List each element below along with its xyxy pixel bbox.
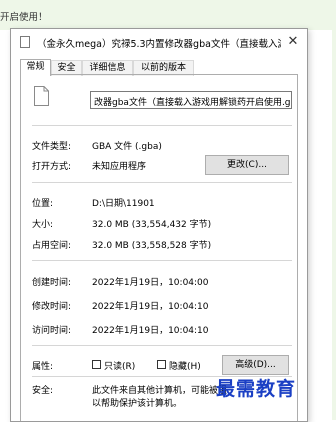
location-value: D:\日期\11901 <box>92 199 155 209</box>
size-on-disk-label: 占用空间: <box>32 241 72 251</box>
security-text-line-1: 此文件来自其他计算机，可能被阻 <box>92 386 228 396</box>
divider <box>32 182 292 183</box>
security-label: 安全: <box>32 386 54 396</box>
file-type-value: GBA 文件 (.gba) <box>92 142 162 152</box>
background-text: 开启使用！ <box>0 12 48 23</box>
created-label: 创建时间: <box>32 278 72 288</box>
file-type-label: 文件类型: <box>32 142 72 152</box>
document-icon <box>34 86 49 106</box>
security-text-line-2: 以帮助保护该计算机。 <box>92 399 183 409</box>
open-with-label: 打开方式: <box>32 162 72 172</box>
modified-label: 修改时间: <box>32 302 72 312</box>
background-edge <box>332 0 336 420</box>
dialog-title: （金永久mega）究禄5.3内置修改器gba文件（直接载入游戏用... <box>37 39 281 50</box>
title-bar[interactable]: （金永久mega）究禄5.3内置修改器gba文件（直接载入游戏用... ✕ <box>11 29 307 55</box>
divider <box>32 125 292 126</box>
size-value: 32.0 MB (33,554,432 字节) <box>92 220 212 230</box>
divider <box>32 345 292 346</box>
hidden-label[interactable]: 隐藏(H) <box>169 359 201 372</box>
divider <box>32 260 292 261</box>
file-icon <box>20 36 30 48</box>
change-button[interactable]: 更改(C)... <box>205 155 289 175</box>
hidden-checkbox[interactable] <box>157 360 166 369</box>
readonly-label[interactable]: 只读(R) <box>104 359 135 372</box>
open-with-value: 未知应用程序 <box>92 162 147 172</box>
close-button[interactable]: ✕ <box>281 31 305 53</box>
readonly-checkbox[interactable] <box>92 360 101 369</box>
size-label: 大小: <box>32 220 54 230</box>
accessed-value: 2022年1月19日，10:04:10 <box>92 326 209 336</box>
created-value: 2022年1月19日，10:04:00 <box>92 278 209 288</box>
accessed-label: 访问时间: <box>32 326 72 336</box>
size-on-disk-value: 32.0 MB (33,558,528 字节) <box>92 241 212 251</box>
attributes-label: 属性: <box>32 362 54 372</box>
watermark: 最需教育 <box>216 378 297 400</box>
location-label: 位置: <box>32 199 54 209</box>
modified-value: 2022年1月19日，10:04:10 <box>92 302 209 312</box>
tab-general[interactable]: 常规 <box>20 59 51 76</box>
properties-dialog: （金永久mega）究禄5.3内置修改器gba文件（直接载入游戏用... ✕ 常规… <box>10 28 308 422</box>
background-window <box>0 0 336 30</box>
advanced-button[interactable]: 高级(D)... <box>222 355 289 375</box>
file-name-field[interactable]: 改器gba文件（直接载入游戏用解锁药开启使用.gba <box>90 91 292 109</box>
